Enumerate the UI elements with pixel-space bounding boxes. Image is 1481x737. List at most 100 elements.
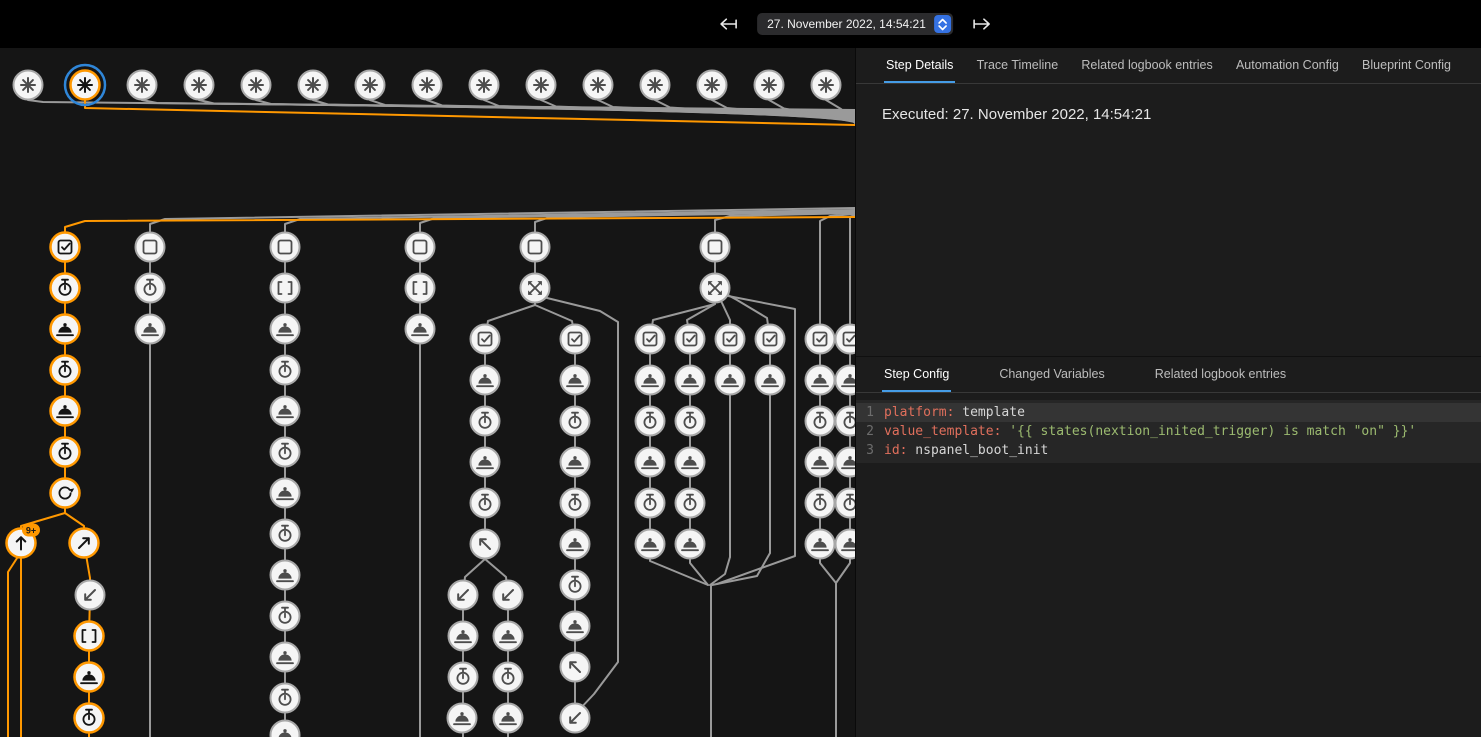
arrow-bottom-left-node[interactable] (449, 581, 478, 610)
delay-node[interactable] (636, 407, 665, 436)
trigger-node[interactable] (128, 71, 157, 100)
delay-node[interactable] (51, 274, 80, 303)
delay-node[interactable] (806, 489, 835, 518)
service-call-node[interactable] (676, 530, 705, 559)
delay-node[interactable] (51, 438, 80, 467)
collapsed-iterations-node[interactable]: 9+ (7, 524, 41, 558)
delay-node[interactable] (471, 407, 500, 436)
delay-node[interactable] (136, 274, 165, 303)
trigger-node[interactable] (584, 71, 613, 100)
delay-node[interactable] (836, 489, 856, 518)
trigger-node[interactable] (698, 71, 727, 100)
service-call-node[interactable] (561, 612, 590, 641)
delay-node[interactable] (75, 704, 104, 733)
service-call-node[interactable] (271, 479, 300, 508)
delay-node[interactable] (271, 684, 300, 713)
trace-graph-panel[interactable]: 9+ (0, 48, 855, 737)
arrow-top-left-node[interactable] (471, 530, 500, 559)
service-call-node[interactable] (75, 663, 104, 692)
condition-passed-node[interactable] (756, 325, 785, 354)
arrow-top-left-node[interactable] (561, 653, 590, 682)
trigger-node[interactable] (641, 71, 670, 100)
service-call-node[interactable] (561, 448, 590, 477)
delay-node[interactable] (561, 571, 590, 600)
arrow-bottom-left-node[interactable] (76, 581, 105, 610)
service-call-node[interactable] (271, 397, 300, 426)
service-call-node[interactable] (836, 366, 856, 395)
service-call-node[interactable] (636, 366, 665, 395)
condition-node[interactable] (406, 233, 435, 262)
delay-node[interactable] (271, 356, 300, 385)
service-call-node[interactable] (51, 397, 80, 426)
arrow-bottom-left-node[interactable] (561, 704, 590, 733)
service-call-node[interactable] (676, 366, 705, 395)
trigger-node[interactable] (812, 71, 841, 100)
delay-node[interactable] (449, 663, 478, 692)
trigger-node[interactable] (356, 71, 385, 100)
choose-node[interactable] (701, 274, 730, 303)
trigger-node[interactable] (242, 71, 271, 100)
condition-node[interactable] (136, 233, 165, 262)
service-call-node[interactable] (51, 315, 80, 344)
delay-node[interactable] (271, 438, 300, 467)
trigger-node[interactable] (413, 71, 442, 100)
delay-node[interactable] (471, 489, 500, 518)
service-call-node[interactable] (636, 448, 665, 477)
repeat-node[interactable] (51, 479, 80, 508)
condition-node[interactable] (701, 233, 730, 262)
previous-trace-button[interactable] (713, 13, 743, 35)
service-call-node[interactable] (494, 622, 523, 651)
wait-template-node[interactable] (271, 274, 300, 303)
condition-passed-node[interactable] (51, 233, 80, 262)
service-call-node[interactable] (676, 448, 705, 477)
trigger-node[interactable] (470, 71, 499, 100)
service-call-node[interactable] (636, 530, 665, 559)
delay-node[interactable] (676, 407, 705, 436)
delay-node[interactable] (636, 489, 665, 518)
condition-passed-node[interactable] (561, 325, 590, 354)
tab-changed-variables[interactable]: Changed Variables (997, 357, 1106, 392)
code-line[interactable]: 3id: nspanel_boot_init (856, 441, 1481, 460)
next-trace-button[interactable] (967, 13, 997, 35)
service-call-node[interactable] (836, 530, 856, 559)
service-call-node[interactable] (271, 643, 300, 672)
service-call-node[interactable] (136, 315, 165, 344)
tab-trace-timeline[interactable]: Trace Timeline (975, 48, 1061, 83)
service-call-node[interactable] (716, 366, 745, 395)
service-call-node[interactable] (806, 366, 835, 395)
service-call-node[interactable] (561, 530, 590, 559)
step-config-code[interactable]: 1platform: template2value_template: '{{ … (856, 400, 1481, 463)
service-call-node[interactable] (494, 704, 523, 733)
delay-node[interactable] (561, 489, 590, 518)
code-line[interactable]: 1platform: template (856, 403, 1481, 422)
delay-node[interactable] (836, 407, 856, 436)
condition-passed-node[interactable] (716, 325, 745, 354)
choose-node[interactable] (521, 274, 550, 303)
delay-node[interactable] (51, 356, 80, 385)
delay-node[interactable] (494, 663, 523, 692)
service-call-node[interactable] (271, 561, 300, 590)
condition-passed-node[interactable] (676, 325, 705, 354)
service-call-node[interactable] (806, 448, 835, 477)
tab-automation-config[interactable]: Automation Config (1234, 48, 1341, 83)
arrow-top-right-node[interactable] (70, 529, 99, 558)
service-call-node[interactable] (806, 530, 835, 559)
delay-node[interactable] (676, 489, 705, 518)
trigger-node[interactable] (65, 65, 105, 105)
trigger-node[interactable] (14, 71, 43, 100)
service-call-node[interactable] (448, 704, 477, 733)
trigger-node[interactable] (299, 71, 328, 100)
trigger-node[interactable] (185, 71, 214, 100)
service-call-node[interactable] (271, 721, 300, 737)
wait-template-node[interactable] (406, 274, 435, 303)
condition-passed-node[interactable] (471, 325, 500, 354)
trigger-node[interactable] (755, 71, 784, 100)
trace-select[interactable]: 27. November 2022, 14:54:21 (757, 13, 953, 35)
tab-related-logbook-entries[interactable]: Related logbook entries (1079, 48, 1214, 83)
condition-passed-node[interactable] (836, 325, 856, 354)
service-call-node[interactable] (561, 366, 590, 395)
service-call-node[interactable] (471, 448, 500, 477)
condition-passed-node[interactable] (806, 325, 835, 354)
service-call-node[interactable] (271, 315, 300, 344)
service-call-node[interactable] (756, 366, 785, 395)
